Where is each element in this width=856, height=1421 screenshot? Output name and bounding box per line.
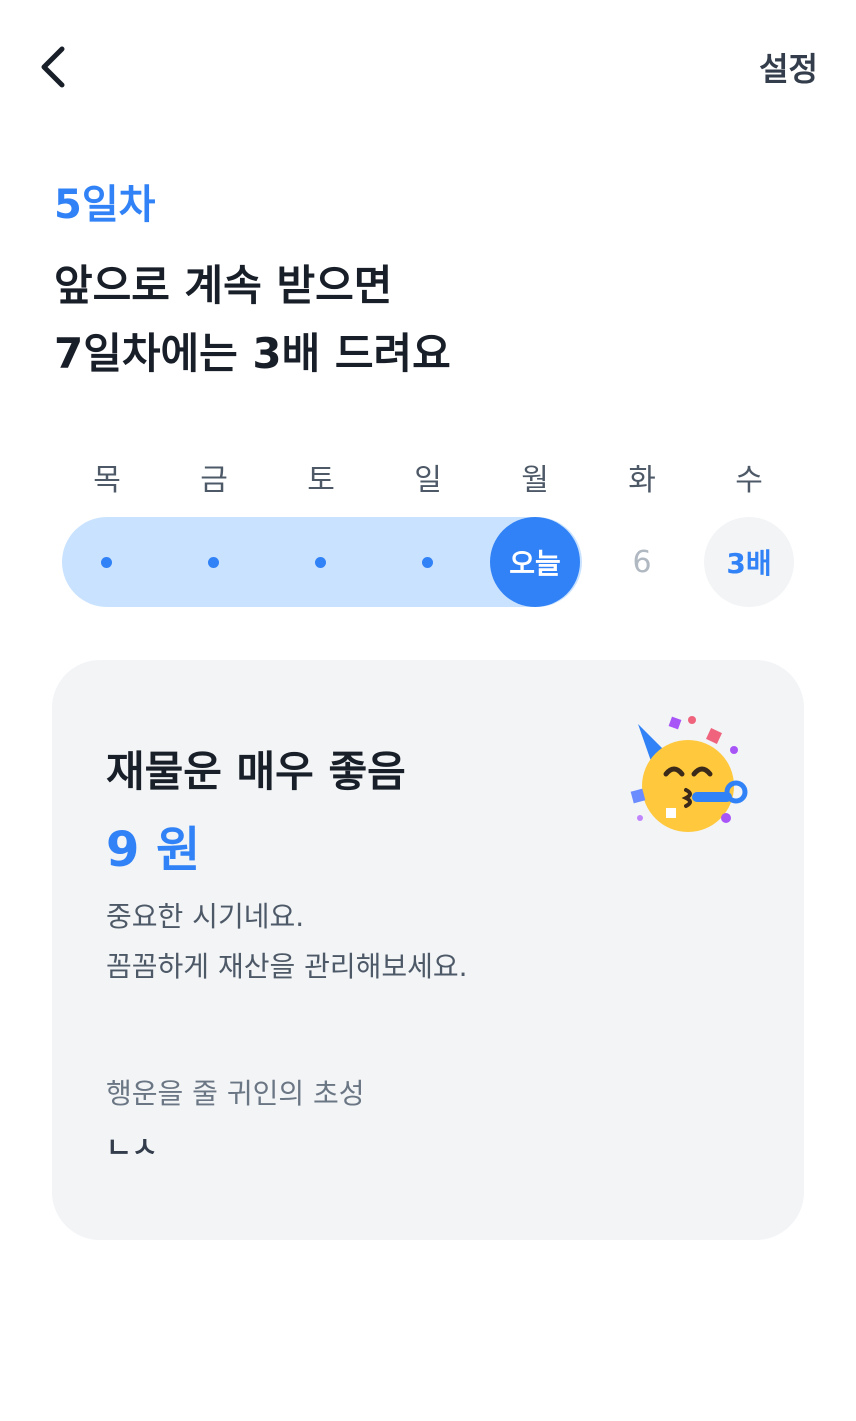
page-title: 앞으로 계속 받으면 7일차에는 3배 드려요 [54,252,451,388]
completed-day-dot [208,557,219,568]
weekday-label: 일 [414,463,442,498]
headline-line-2: 7일차에는 3배 드려요 [54,329,451,378]
settings-button[interactable]: 설정 [759,44,818,90]
weekday-label: 화 [628,463,656,498]
fortune-card: 재물운 매우 좋음 9 원 중요한 시기네요. 꼼꼼하게 재산을 관리해보세요.… [52,660,804,1240]
fortune-title: 재물운 매우 좋음 [106,747,406,796]
partying-face-icon [630,716,748,832]
hint-value: ㄴㅅ [106,1131,158,1154]
bonus-day-marker: 3배 [704,517,794,607]
upcoming-day-number: 6 [632,544,652,580]
description-line-2: 꼼꼼하게 재산을 관리해보세요. [106,950,468,983]
completed-day-dot [101,557,112,568]
description-line-1: 중요한 시기네요. [106,900,305,933]
weekday-label: 금 [200,463,228,498]
top-bar: 설정 [0,0,856,140]
weekday-label: 토 [307,463,335,498]
streak-day-label: 5일차 [54,182,156,228]
back-button[interactable] [28,42,78,92]
today-marker: 오늘 [490,517,580,607]
weekday-label: 수 [735,463,763,498]
chevron-left-icon [41,46,65,88]
completed-day-dot [315,557,326,568]
headline-line-1: 앞으로 계속 받으면 [54,261,393,310]
reward-amount: 9 원 [106,822,201,878]
fortune-description: 중요한 시기네요. 꼼꼼하게 재산을 관리해보세요. [106,892,468,992]
completed-day-dot [422,557,433,568]
weekday-label: 월 [521,463,549,498]
weekly-streak-tracker: 목 금 토 일 월 화 수 오늘 6 3배 [62,455,802,615]
hint-label: 행운을 줄 귀인의 초성 [106,1077,365,1110]
weekday-label: 목 [93,463,121,498]
